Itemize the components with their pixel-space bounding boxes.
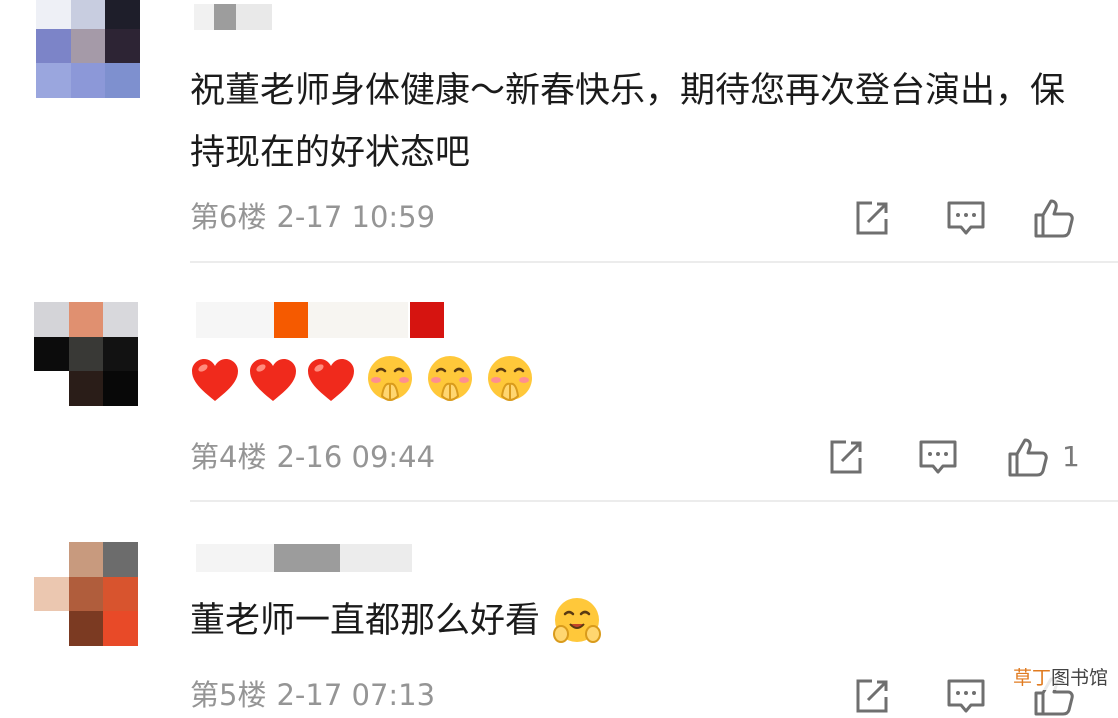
comment-text-line: 董老师一直都那么好看 — [190, 590, 1070, 652]
share-button[interactable] — [850, 674, 894, 718]
comment-icon — [947, 679, 985, 713]
watermark-part1: 草丁 — [1012, 667, 1051, 689]
watermark-part2: 图书馆 — [1050, 667, 1108, 689]
floor-number: 第5楼 — [190, 678, 267, 712]
comment-meta: 第5楼 2-17 07:13 — [190, 675, 435, 715]
watermark: 草丁图书馆 — [1010, 663, 1110, 690]
smiling-face-with-hands-icon — [551, 596, 603, 648]
username-blurred[interactable] — [196, 544, 416, 572]
timestamp: 2-17 07:13 — [276, 678, 436, 712]
avatar[interactable] — [34, 542, 138, 646]
reply-button[interactable] — [944, 674, 988, 718]
comment-item: 董老师一直都那么好看 第5楼 2-17 07:13 — [0, 0, 1118, 716]
comment-text: 董老师一直都那么好看 — [190, 601, 541, 641]
share-icon — [856, 679, 888, 713]
